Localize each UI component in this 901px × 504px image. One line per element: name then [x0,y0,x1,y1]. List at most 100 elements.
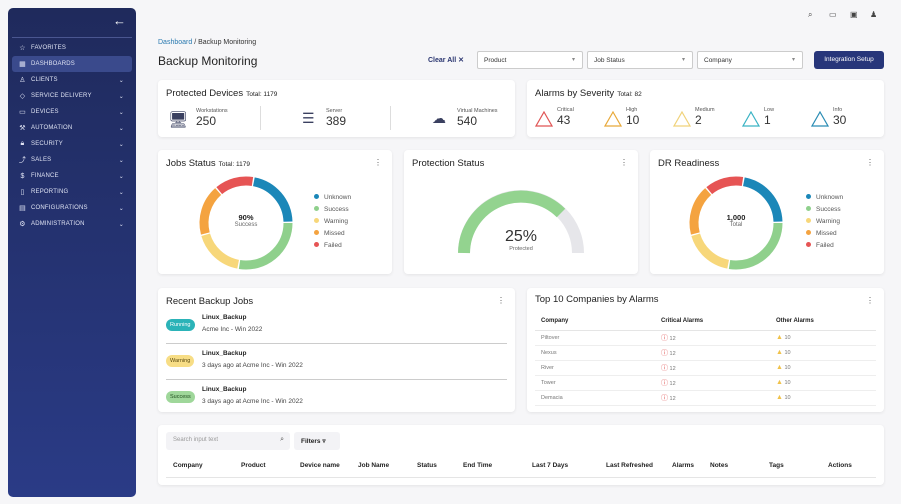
table-row[interactable]: Nexus ⓘ 12 ▲ 10 [535,345,876,360]
product-filter[interactable]: Product ▾ [477,51,583,69]
sidebar-item-label: SERVICE DELIVERY [31,93,92,99]
column-header[interactable]: Notes [710,462,728,469]
center-label: Total [729,222,743,228]
column-header[interactable]: Device name [300,462,340,469]
cloud-icon: ☁︎ [432,110,446,126]
legend-label: Unknown [324,194,352,201]
sidebar-item-dashboards[interactable]: ▦ DASHBOARDS [12,56,132,72]
stat-value: 540 [457,114,478,128]
job-status-filter-value: Job Status [594,57,625,64]
reporting-icon: ▯ [20,189,25,196]
legend-dot [314,194,319,199]
sidebar-item-service-delivery[interactable]: ◇ SERVICE DELIVERY ⌄ [12,88,132,104]
sidebar-item-label: FAVORITES [31,45,67,51]
alarm-value: 2 [695,113,702,127]
more-options-icon[interactable]: ⋮ [374,158,382,167]
company-name: Demacia [541,394,563,401]
sidebar-item-label: ADMINISTRATION [31,221,85,227]
column-header[interactable]: End Time [463,462,492,469]
card-title: Top 10 Companies by Alarms [535,294,659,305]
sidebar-item-finance[interactable]: $ FINANCE ⌄ [12,168,132,184]
center-label: Success [234,222,258,228]
column-header[interactable]: Product [241,462,266,469]
sidebar-item-favorites[interactable]: ☆ FAVORITES [12,40,132,56]
sidebar-item-automation[interactable]: ⚒ AUTOMATION ⌄ [12,120,132,136]
sidebar-item-devices[interactable]: ▭ DEVICES ⌄ [12,104,132,120]
stat-virtual-machines: Virtual Machines 540 [457,108,498,128]
divider [166,477,876,478]
company-filter[interactable]: Company ▾ [697,51,803,69]
legend-item: Warning [314,216,351,228]
warning-triangle-icon [673,111,691,127]
column-header[interactable]: Company [173,462,203,469]
critical-alarm-icon: ⓘ [661,364,668,372]
column-header[interactable]: Alarms [672,462,694,469]
sidebar-item-administration[interactable]: ⚙ ADMINISTRATION ⌄ [12,216,132,232]
chat-icon[interactable]: ▭ [829,10,837,19]
legend-label: Warning [324,218,348,225]
alarm-value: 10 [626,113,640,127]
column-header[interactable]: Status [417,462,437,469]
sidebar-item-label: CONFIGURATIONS [31,205,88,211]
search-input[interactable]: Search input text ⌕ [166,432,290,450]
integration-setup-button[interactable]: Integration Setup [814,51,884,69]
security-icon: 🔒︎ [20,140,25,147]
sidebar-item-configurations[interactable]: ▤ CONFIGURATIONS ⌄ [12,200,132,216]
collapse-sidebar-icon[interactable]: ← [113,13,126,28]
job-status-filter[interactable]: Job Status ▾ [587,51,693,69]
list-item[interactable]: Running Linux_Backup Acme Inc - Win 2022 [166,308,507,344]
column-header[interactable]: Last Refreshed [606,462,653,469]
legend-label: Failed [324,242,342,249]
sidebar-item-sales[interactable]: ⤴ SALES ⌄ [12,152,132,168]
table-row[interactable]: Demacia ⓘ 12 ▲ 10 [535,390,876,405]
alarm-value: 30 [833,113,847,127]
legend-label: Unknown [816,194,844,201]
warning-icon: ▲ [776,364,783,371]
filters-button[interactable]: Filters ▿ [294,432,340,450]
more-options-icon[interactable]: ⋮ [866,158,874,167]
list-item[interactable]: Success Linux_Backup 3 days ago at Acme In… [166,380,507,412]
chevron-down-icon: ⌄ [118,173,124,180]
list-item[interactable]: Warning Linux_Backup 3 days ago at Acme In… [166,344,507,380]
more-options-icon[interactable]: ⋮ [620,158,628,167]
chevron-down-icon: ▾ [791,57,795,63]
critical-alarm-icon: ⓘ [661,379,668,387]
total-text: Total: 82 [617,91,642,98]
favorites-icon: ☆ [19,45,26,52]
column-header[interactable]: Job Name [358,462,389,469]
sidebar-item-reporting[interactable]: ▯ REPORTING ⌄ [12,184,132,200]
clear-all-button[interactable]: Clear All ✕ [428,56,464,64]
job-detail: Acme Inc - Win 2022 [202,326,263,333]
company-name: Piltover [541,334,560,341]
service-delivery-icon: ◇ [19,93,26,100]
column-header[interactable]: Tags [769,462,784,469]
column-header[interactable]: Actions [828,462,852,469]
breadcrumb: Dashboard / Backup Monitoring [158,39,256,46]
sidebar-item-security[interactable]: 🔒︎ SECURITY ⌄ [12,136,132,152]
search-icon: ⌕ [280,436,284,443]
more-options-icon[interactable]: ⋮ [497,296,505,305]
legend: Unknown Success Warning Missed Failed [806,192,843,252]
dr-readiness-card: DR Readiness ⋮ 1,000 Total Unknown Success… [650,150,884,274]
table-row[interactable]: Piltover ⓘ 12 ▲ 10 [535,330,876,345]
table-row[interactable]: River ⓘ 12 ▲ 10 [535,360,876,375]
status-badge: Running [166,319,195,331]
legend-item: Unknown [806,192,843,204]
more-options-icon[interactable]: ⋮ [866,296,874,305]
recent-backup-jobs-card: Recent Backup Jobs ⋮ Running Linux_Backup… [158,288,515,412]
column-header[interactable]: Last 7 Days [532,462,568,469]
column-header: Critical Alarms [661,317,704,324]
top-companies-table: Company Critical Alarms Other Alarms Pilto… [535,312,876,406]
breadcrumb-dashboard[interactable]: Dashboard [158,39,192,46]
sidebar-item-clients[interactable]: ♙ CLIENTS ⌄ [12,72,132,88]
company-name: Nexus [541,349,557,356]
notes-icon[interactable]: ▣ [850,10,858,19]
search-icon[interactable]: ⌕ [808,10,812,20]
legend-dot [806,230,811,235]
stat-workstations: Workstations 250 [196,108,228,128]
product-filter-value: Product [484,57,507,64]
critical-count: 12 [669,335,676,342]
table-row[interactable]: Tower ⓘ 12 ▲ 10 [535,375,876,390]
sidebar-item-label: CLIENTS [31,77,58,83]
user-icon[interactable]: ♟ [870,10,877,19]
